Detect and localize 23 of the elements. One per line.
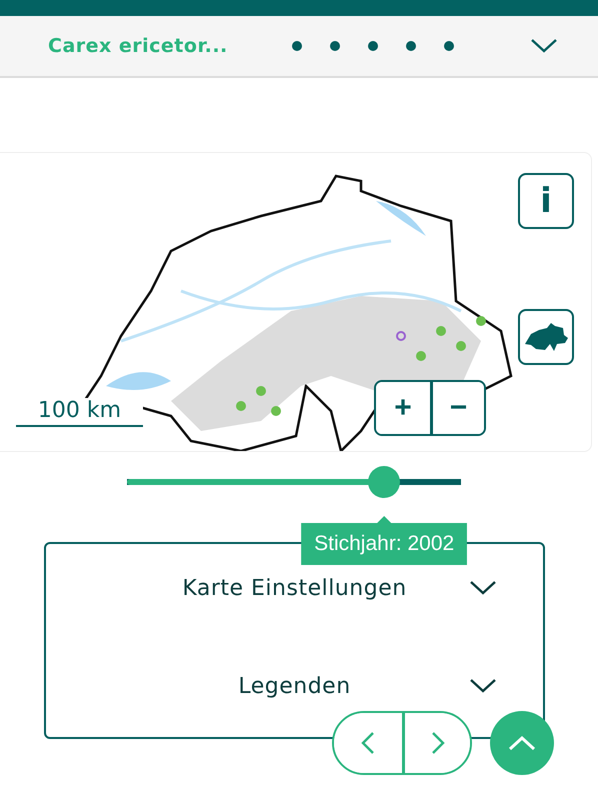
section-label: Legenden [238,674,351,701]
section-label: Karte Einstellungen [182,576,407,603]
info-button[interactable]: i [518,173,574,229]
chevron-up-icon [508,735,536,751]
scale-label: 100 km [16,398,143,427]
page-dot[interactable] [292,41,302,51]
year-tooltip: Stichjahr: 2002 [301,516,468,565]
page-dot[interactable] [330,41,340,51]
chevron-left-icon [361,731,375,755]
switzerland-icon [523,322,569,352]
page-dot[interactable] [368,41,378,51]
switzerland-map-button[interactable] [518,309,574,365]
next-button[interactable] [402,713,470,773]
chevron-down-icon [469,678,497,694]
section-header[interactable]: Legenden [46,662,543,714]
chevron-down-icon[interactable] [530,38,558,54]
chevron-right-icon [430,731,444,755]
page-dot[interactable] [406,41,416,51]
zoom-out-button[interactable]: − [430,382,484,434]
section-header[interactable]: Karte Einstellungen [46,564,543,616]
chevron-down-icon [469,580,497,596]
page-dot[interactable] [444,41,454,51]
slider-thumb[interactable] [368,466,400,498]
